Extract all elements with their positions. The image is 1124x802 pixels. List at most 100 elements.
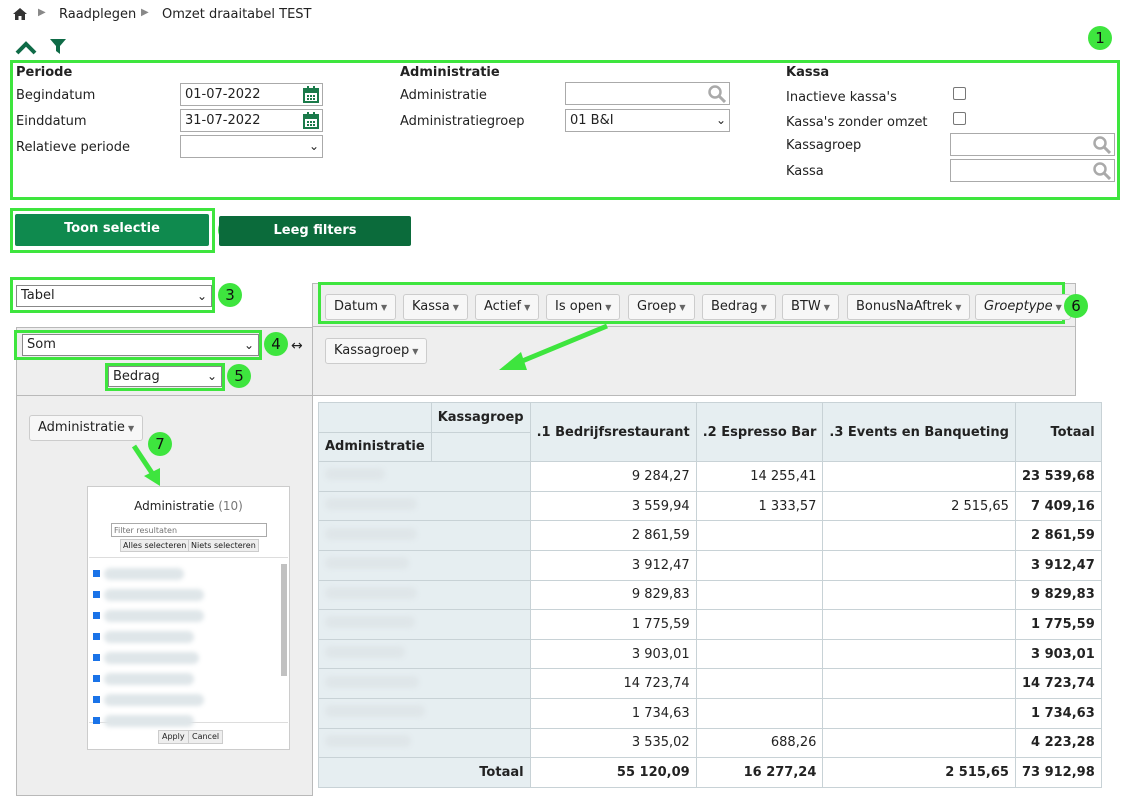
row-total-cell: 1 734,63 — [1014, 697, 1102, 729]
kassa-search-field[interactable] — [950, 159, 1115, 182]
value-cell: 2 861,59 — [529, 520, 697, 551]
inactieve-kassas-checkbox[interactable] — [953, 87, 966, 100]
attribute-pill-kassa[interactable]: Kassa ▼ — [403, 294, 468, 320]
column-pill-kassagroep[interactable]: Kassagroep ▼ — [325, 338, 428, 364]
value-cell — [822, 579, 1016, 611]
calendar-icon[interactable] — [303, 86, 319, 103]
filter-popup-title: Administratie (10) — [134, 499, 243, 513]
list-item[interactable] — [93, 692, 205, 707]
swap-axes-icon[interactable]: ↔ — [291, 338, 303, 354]
kassas-zonder-omzet-checkbox[interactable] — [953, 112, 966, 125]
einddatum-field[interactable]: 31-07-2022 — [180, 109, 323, 132]
administratiegroep-label: Administratiegroep — [400, 114, 525, 129]
row-total-cell: 3 903,01 — [1014, 638, 1102, 670]
value-cell: 688,26 — [695, 727, 824, 759]
table-row: 9 829,83 9 829,83 — [318, 579, 1102, 611]
attribute-pill-groep[interactable]: Groep ▼ — [628, 294, 695, 320]
kassagroep-search-field[interactable] — [950, 133, 1115, 156]
relatieve-periode-select[interactable]: ⌄ — [180, 135, 323, 158]
totals-label: Totaal — [318, 757, 531, 788]
filter-search-input[interactable] — [111, 523, 267, 537]
aggregator-value: Som — [27, 337, 56, 352]
row-label-redacted — [318, 609, 531, 640]
list-item[interactable] — [93, 629, 195, 644]
scrollbar[interactable] — [281, 564, 287, 676]
attribute-pill-bedrag[interactable]: Bedrag ▼ — [702, 294, 776, 320]
list-item[interactable] — [93, 650, 200, 665]
value-cell: 1 734,63 — [529, 697, 697, 729]
search-icon[interactable] — [708, 85, 726, 103]
row-total-cell: 7 409,16 — [1014, 490, 1102, 522]
leeg-filters-button[interactable]: Leeg filters — [219, 216, 411, 246]
administratiegroep-select[interactable]: 01 B&I ⌄ — [565, 109, 730, 132]
row-total-cell: 9 829,83 — [1014, 579, 1102, 611]
toon-selectie-button[interactable]: Toon selectie — [15, 214, 209, 246]
attribute-pill-groeptype[interactable]: Groeptype ▼ — [975, 294, 1071, 320]
list-item[interactable] — [93, 566, 185, 581]
row-label-redacted — [318, 549, 531, 581]
apply-button[interactable]: Apply — [158, 730, 189, 744]
column-attribute-header: Kassagroep — [430, 402, 531, 433]
pivot-table: Kassagroep .1 Bedrijfsrestaurant .2 Espr… — [318, 401, 1102, 788]
grand-total-cell: 73 912,98 — [1014, 757, 1102, 788]
table-row: 1 734,63 1 734,63 — [318, 697, 1102, 729]
list-item[interactable] — [93, 587, 205, 602]
list-item[interactable] — [93, 671, 195, 686]
pivot-body: 9 284,27 14 255,41 23 539,68 3 559,94 1 333,… — [318, 461, 1102, 759]
breadcrumb-separator-icon: ▶ — [38, 7, 46, 18]
einddatum-label: Einddatum — [16, 114, 87, 129]
annotation-badge-4: 4 — [264, 332, 288, 356]
aggregator-attr-value: Bedrag — [113, 369, 160, 384]
attribute-pill-bonusnaaftrek[interactable]: BonusNaAftrek ▼ — [847, 294, 971, 320]
home-icon[interactable] — [12, 7, 28, 21]
annotation-badge-6: 6 — [1064, 294, 1088, 318]
breadcrumb-separator-icon: ▶ — [141, 7, 149, 18]
list-item[interactable] — [93, 608, 205, 623]
annotation-badge-5: 5 — [227, 364, 251, 388]
aggregator-select[interactable]: Som ⌄ — [22, 334, 259, 356]
administratie-search-field[interactable] — [565, 82, 730, 105]
calendar-icon[interactable] — [303, 112, 319, 129]
row-pill-administratie[interactable]: Administratie ▼ — [29, 415, 144, 441]
periode-title: Periode — [16, 65, 73, 80]
table-row: 3 559,94 1 333,57 2 515,65 7 409,16 — [318, 490, 1102, 522]
value-cell: 9 284,27 — [529, 461, 697, 492]
chevron-down-icon: ⌄ — [206, 369, 217, 383]
select-all-button[interactable]: Alles selecteren — [120, 539, 190, 552]
value-cell: 2 515,65 — [822, 490, 1016, 522]
einddatum-value: 31-07-2022 — [185, 113, 261, 128]
search-icon[interactable] — [1093, 162, 1111, 180]
collapse-up-icon[interactable] — [14, 40, 38, 56]
select-none-button[interactable]: Niets selecteren — [188, 539, 259, 552]
value-cell — [695, 579, 824, 611]
attribute-pill-is-open[interactable]: Is open ▼ — [546, 294, 621, 320]
kassa-label: Kassa — [786, 164, 824, 179]
cancel-button[interactable]: Cancel — [188, 730, 224, 744]
aggregator-attr-select[interactable]: Bedrag ⌄ — [108, 366, 222, 387]
value-cell: 9 829,83 — [529, 579, 697, 611]
chevron-down-icon: ⌄ — [715, 113, 726, 127]
filter-icon[interactable] — [50, 38, 66, 56]
filter-list[interactable] — [89, 557, 288, 727]
renderer-select[interactable]: Tabel ⌄ — [16, 285, 212, 307]
kassagroep-label: Kassagroep — [786, 138, 862, 153]
search-icon[interactable] — [1093, 136, 1111, 154]
value-cell — [822, 727, 1016, 759]
breadcrumb-item-raadplegen[interactable]: Raadplegen — [59, 7, 136, 22]
begindatum-field[interactable]: 01-07-2022 — [180, 83, 323, 106]
value-cell: 3 535,02 — [529, 727, 697, 759]
row-total-cell: 4 223,28 — [1014, 727, 1102, 759]
value-cell — [695, 638, 824, 670]
attribute-pill-btw[interactable]: BTW ▼ — [782, 294, 839, 320]
table-row: 3 912,47 3 912,47 — [318, 549, 1102, 581]
attribute-pill-actief[interactable]: Actief ▼ — [475, 294, 540, 320]
column-header: .1 Bedrijfsrestaurant — [529, 401, 697, 463]
caret-down-icon: ▼ — [955, 303, 962, 312]
column-header: .2 Espresso Bar — [695, 401, 824, 463]
chevron-down-icon: ⌄ — [196, 289, 207, 303]
value-cell — [695, 668, 824, 699]
attribute-pill-datum[interactable]: Datum ▼ — [325, 294, 397, 320]
row-label-redacted — [318, 668, 531, 699]
list-item[interactable] — [93, 713, 195, 728]
caret-down-icon: ▼ — [412, 347, 419, 356]
